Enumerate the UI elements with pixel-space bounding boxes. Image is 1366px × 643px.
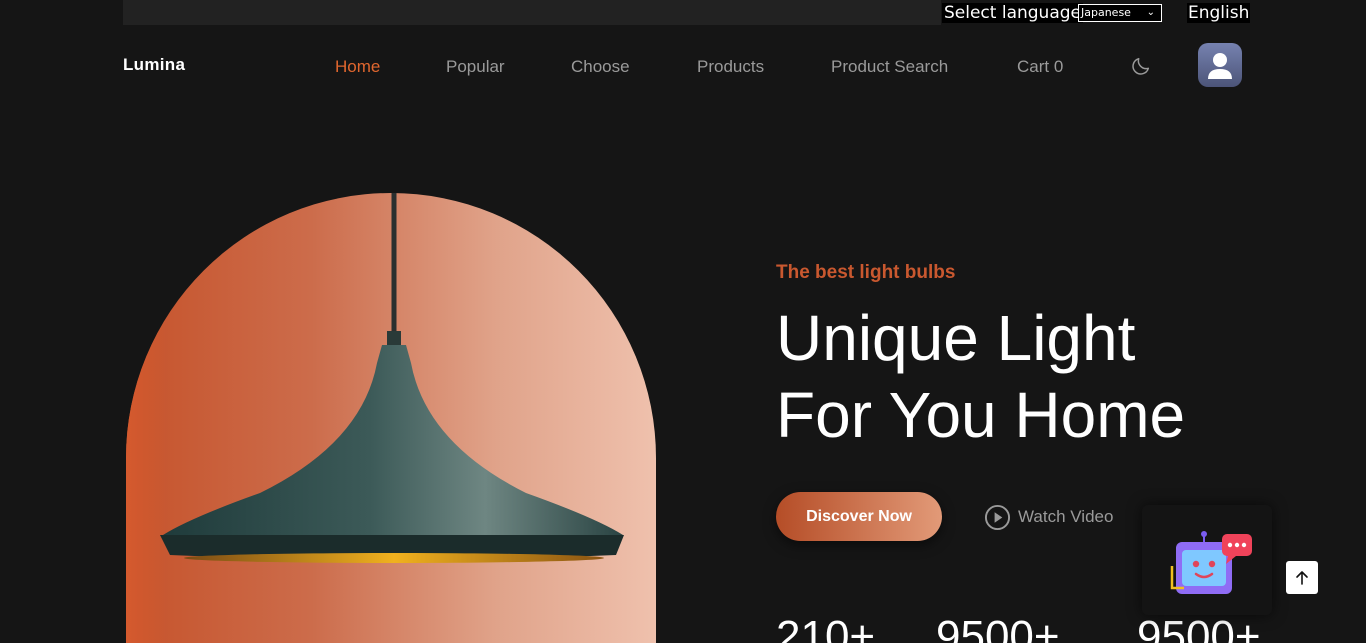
pendant-lamp-image [160,193,624,563]
hero-subtitle: The best light bulbs [776,262,956,283]
play-icon [984,504,1011,530]
select-language-label: Select language [942,3,1083,23]
user-avatar[interactable] [1198,43,1242,87]
hero-title-line-2: For You Home [776,379,1186,451]
hero-title-line-1: Unique Light [776,302,1136,374]
stat-value: 9500+ [1137,612,1261,643]
logo[interactable]: Lumina [123,55,185,75]
nav-home[interactable]: Home [335,57,380,77]
hero-title: Unique Light For You Home [776,300,1296,454]
scroll-to-top-button[interactable] [1286,561,1318,594]
stat-value: 210+ [776,612,876,643]
language-bar [123,0,941,25]
current-language: English [1187,3,1251,23]
nav-choose[interactable]: Choose [571,57,630,77]
arrow-up-icon [1296,570,1308,585]
language-select[interactable]: Japanese ⌄ [1078,4,1162,22]
watch-video-button[interactable]: Watch Video [984,503,1113,531]
stat-value: 9500+ [936,612,1060,643]
user-icon [1208,53,1232,79]
watch-video-label: Watch Video [1018,507,1114,526]
nav-products[interactable]: Products [697,57,764,77]
nav-product-search[interactable]: Product Search [831,57,948,77]
moon-icon[interactable] [1130,55,1152,77]
robot-chat-icon[interactable] [1166,530,1258,600]
nav-cart[interactable]: Cart 0 [1017,57,1063,77]
chevron-down-icon: ⌄ [1146,7,1155,18]
language-select-value: Japanese [1081,6,1131,19]
nav-popular[interactable]: Popular [446,57,505,77]
page: Select language Japanese ⌄ English Lumin… [0,0,1366,643]
discover-now-button[interactable]: Discover Now [776,492,942,541]
